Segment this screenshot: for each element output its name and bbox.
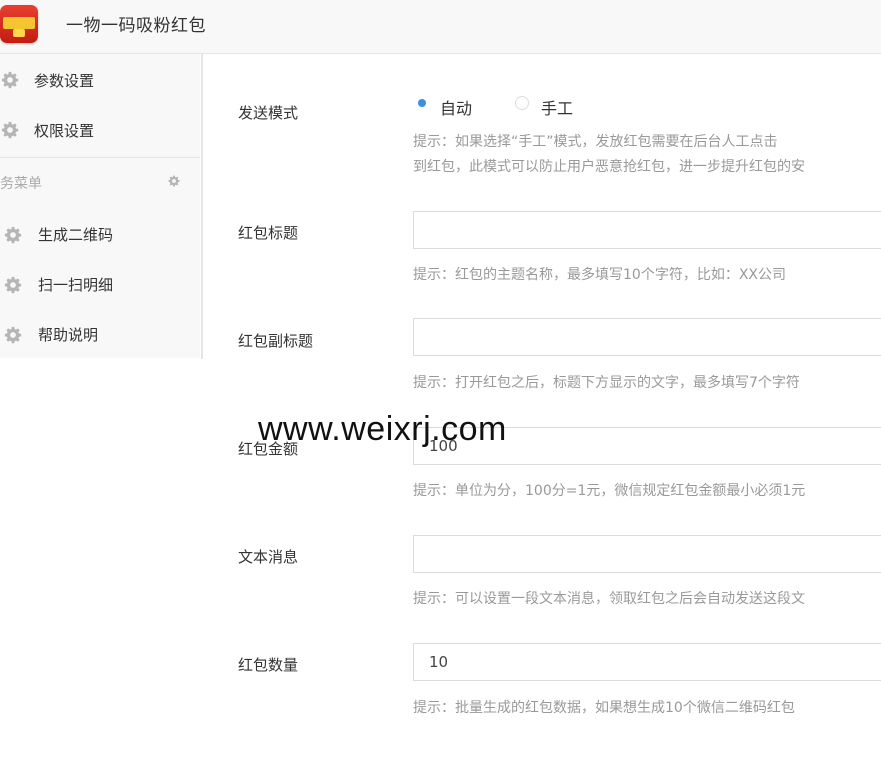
sidebar-item-permissions[interactable]: 权限设置	[0, 110, 200, 150]
radio-auto-label[interactable]: 自动	[440, 95, 472, 119]
sidebar-item-label: 参数设置	[34, 72, 95, 90]
radio-manual-label[interactable]: 手工	[541, 95, 573, 119]
count-input[interactable]: 10	[413, 643, 881, 681]
watermark-text: www.weixrj.com	[258, 410, 507, 448]
send-mode-hint-2: 到红包，此模式可以防止用户恶意抢红包，进一步提升红包的安	[413, 159, 805, 175]
sidebar-item-label: 帮助说明	[38, 326, 99, 344]
sidebar-item-params[interactable]: 参数设置	[0, 60, 200, 100]
sidebar-border	[201, 54, 203, 359]
sidebar-item-generate-qrcode[interactable]: 生成二维码	[0, 214, 200, 254]
subtitle-hint: 提示：打开红包之后，标题下方显示的文字，最多填写7个字符	[413, 375, 800, 391]
radio-manual[interactable]	[515, 96, 529, 110]
subtitle-label: 红包副标题	[238, 332, 314, 350]
send-mode-hint-1: 提示：如果选择“手工”模式，发放红包需要在后台人工点击	[413, 134, 778, 150]
app-logo-icon	[0, 5, 38, 43]
count-label: 红包数量	[238, 656, 299, 674]
gear-icon	[1, 121, 19, 139]
sidebar-item-label: 生成二维码	[38, 226, 114, 244]
gear-icon	[4, 276, 22, 294]
section-divider	[0, 157, 200, 158]
text-message-hint: 提示：可以设置一段文本消息，领取红包之后会自动发送这段文	[413, 591, 805, 607]
amount-hint: 提示：单位为分，100分=1元，微信规定红包金额最小必须1元	[413, 483, 806, 499]
section-settings-icon[interactable]	[168, 175, 180, 187]
subtitle-input[interactable]	[413, 318, 881, 356]
gear-icon	[4, 326, 22, 344]
section-title: 务菜单	[0, 176, 42, 192]
title-input[interactable]	[413, 211, 881, 249]
gear-icon	[1, 71, 19, 89]
sidebar-item-label: 扫一扫明细	[38, 276, 114, 294]
sidebar-item-label: 权限设置	[34, 122, 95, 140]
sidebar: 参数设置 权限设置	[0, 54, 200, 358]
sidebar-item-scan-details[interactable]: 扫一扫明细	[0, 264, 200, 304]
send-mode-label: 发送模式	[238, 104, 299, 122]
radio-auto[interactable]	[415, 96, 429, 110]
text-message-label: 文本消息	[238, 548, 299, 566]
sidebar-item-help[interactable]: 帮助说明	[0, 314, 200, 354]
gear-icon	[4, 226, 22, 244]
count-hint: 提示：批量生成的红包数据，如果想生成10个微信二维码红包	[413, 700, 795, 716]
title-label: 红包标题	[238, 224, 299, 242]
top-bar: 一物一码吸粉红包	[0, 0, 881, 54]
app-title: 一物一码吸粉红包	[66, 16, 206, 36]
title-hint: 提示：红包的主题名称，最多填写10个字符，比如：XX公司	[413, 267, 786, 283]
text-message-input[interactable]	[413, 535, 881, 573]
